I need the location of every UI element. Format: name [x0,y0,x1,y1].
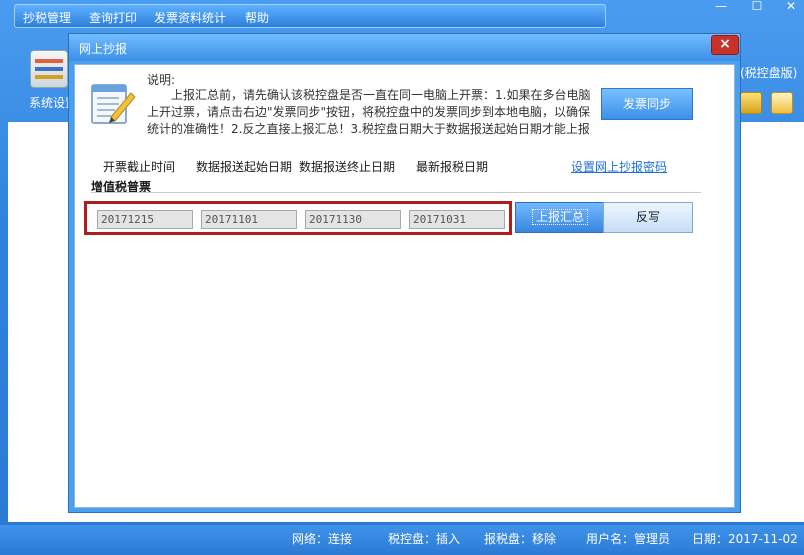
invoice-deadline-field[interactable]: 20171215 [97,210,193,229]
online-report-dialog: 网上抄报 × 说明: 上报汇总前，请先确认该税控盘是否一直在同一电脑上开票：1.… [68,33,741,513]
date-fields-highlight: 20171215 20171101 20171130 20171031 [84,201,512,235]
menu-query-print[interactable]: 查询打印 [89,9,137,26]
menubar: 抄税管理 查询打印 发票资料统计 帮助 [14,4,606,28]
latest-tax-date-field[interactable]: 20171031 [409,210,505,229]
notepad-icon [91,84,136,124]
status-network: 网络：连接 [292,532,353,546]
col-report-end-date: 数据报送终止日期 [299,160,396,174]
dialog-body: 说明: 上报汇总前，请先确认该税控盘是否一直在同一电脑上开票：1.如果在多台电脑… [74,64,735,508]
lock-icon[interactable] [771,92,793,114]
dialog-close-button[interactable]: × [711,35,739,55]
col-latest-tax-date: 最新报税日期 [416,160,489,174]
upload-summary-label: 上报汇总 [531,209,588,225]
report-end-date-field[interactable]: 20171130 [305,210,401,229]
reverse-write-button[interactable]: 反写 [603,202,693,233]
invoice-sync-button[interactable]: 发票同步 [601,88,693,120]
status-report-disk: 报税盘：移除 [484,532,557,546]
status-tax-disk: 税控盘：插入 [388,532,461,546]
report-start-date-field[interactable]: 20171101 [201,210,297,229]
maximize-icon[interactable]: ☐ [748,0,766,12]
statusbar: 网络：连接 税控盘：插入 报税盘：移除 用户名：管理员 日期：2017-11-0… [0,525,804,555]
menu-help[interactable]: 帮助 [245,9,269,26]
edition-label: (税控盘版) [740,66,798,80]
key-icon[interactable] [740,92,762,114]
col-report-start-date: 数据报送起始日期 [196,160,293,174]
menu-tax-copy[interactable]: 抄税管理 [23,9,71,26]
section-divider [91,192,701,193]
status-username: 用户名：管理员 [586,532,671,546]
dialog-titlebar[interactable]: 网上抄报 × [69,34,740,61]
set-password-link[interactable]: 设置网上抄报密码 [571,158,667,175]
notice-label: 说明: [147,73,176,87]
notice-text: 上报汇总前，请先确认该税控盘是否一直在同一电脑上开票：1.如果在多台电脑上开过票… [147,88,591,136]
minimize-icon[interactable]: — [712,0,730,12]
col-invoice-deadline: 开票截止时间 [103,160,176,174]
upload-summary-button[interactable]: 上报汇总 [515,202,605,233]
menu-invoice-stats[interactable]: 发票资料统计 [154,9,226,26]
window-close-icon[interactable]: ✕ [782,0,800,12]
dialog-title: 网上抄报 [79,42,128,56]
system-settings-icon[interactable] [30,50,68,88]
status-date: 日期：2017-11-02 [692,532,798,546]
